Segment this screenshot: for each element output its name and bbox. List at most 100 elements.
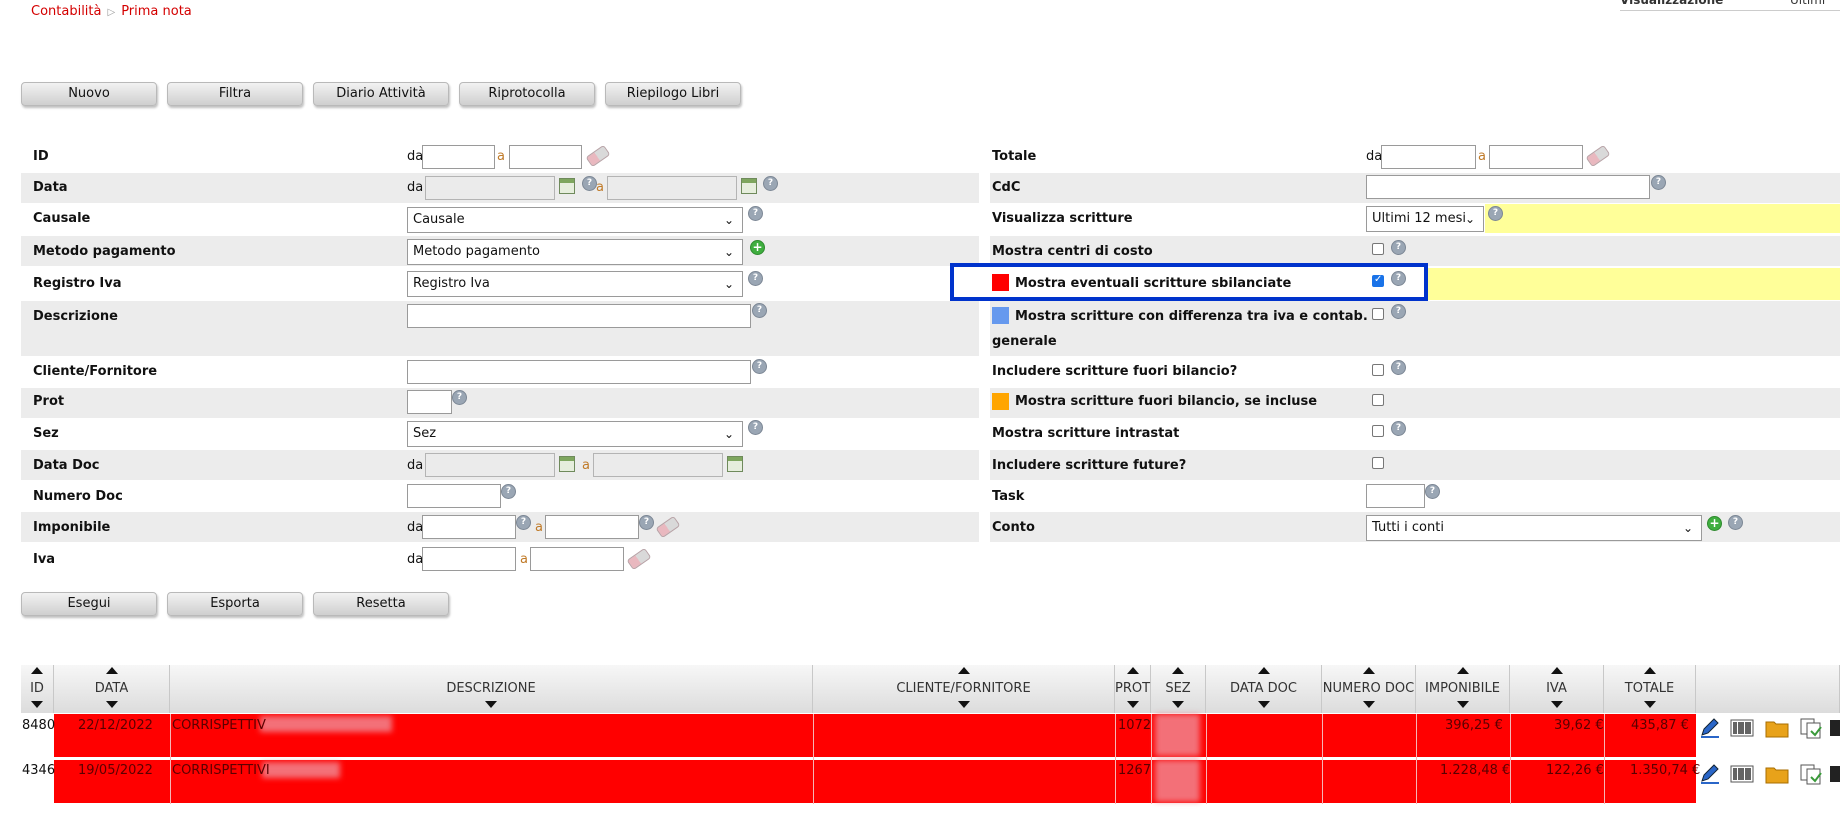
sort-down-icon[interactable]	[1172, 701, 1184, 708]
duplicate-icon[interactable]	[1799, 763, 1823, 785]
help-icon[interactable]: ?	[748, 420, 763, 435]
help-icon[interactable]: ?	[501, 484, 516, 499]
totale-to-input[interactable]	[1489, 145, 1583, 169]
calendar-icon[interactable]	[559, 456, 575, 472]
add-icon[interactable]: +	[750, 240, 765, 255]
id-from-input[interactable]	[422, 145, 495, 169]
sort-down-icon[interactable]	[31, 701, 43, 708]
calendar-icon[interactable]	[559, 178, 575, 194]
differenza-checkbox[interactable]	[1372, 308, 1384, 320]
print-icon[interactable]	[1830, 763, 1840, 785]
iva-to-input[interactable]	[530, 547, 624, 571]
sort-up-icon[interactable]	[1172, 667, 1184, 674]
fuori-bilancio-show-checkbox[interactable]	[1372, 394, 1384, 406]
help-icon[interactable]: ?	[763, 176, 778, 191]
help-icon[interactable]: ?	[1391, 421, 1406, 436]
column-header-id[interactable]: ID	[21, 665, 54, 713]
sort-down-icon[interactable]	[105, 701, 118, 708]
column-header-numero-doc[interactable]: NUMERO DOC	[1322, 665, 1416, 713]
help-icon[interactable]: ?	[1488, 206, 1503, 221]
sort-up-icon[interactable]	[1362, 667, 1375, 674]
future-checkbox[interactable]	[1372, 457, 1384, 469]
barcode-icon[interactable]	[1730, 763, 1754, 785]
conto-select[interactable]: Tutti i conti ⌄	[1366, 515, 1702, 541]
resetta-button[interactable]: Resetta	[313, 592, 449, 616]
sort-down-icon[interactable]	[485, 701, 497, 708]
diario-attivita-button[interactable]: Diario Attività	[313, 82, 449, 106]
sez-select[interactable]: Sez ⌄	[407, 421, 743, 447]
help-icon[interactable]: ?	[748, 206, 763, 221]
help-icon[interactable]: ?	[452, 390, 467, 405]
cliente-fornitore-input[interactable]	[407, 360, 751, 384]
help-icon[interactable]: ?	[752, 303, 767, 318]
breadcrumb-current[interactable]: Prima nota	[121, 4, 192, 19]
id-to-input[interactable]	[509, 145, 582, 169]
registro-iva-select[interactable]: Registro Iva ⌄	[407, 271, 743, 297]
riepilogo-libri-button[interactable]: Riepilogo Libri	[605, 82, 741, 106]
esegui-button[interactable]: Esegui	[21, 592, 157, 616]
sbilanciate-checkbox[interactable]	[1372, 274, 1384, 287]
fuori-bilancio-checkbox[interactable]	[1372, 364, 1384, 376]
sort-up-icon[interactable]	[1643, 667, 1656, 674]
help-icon[interactable]: ?	[516, 515, 531, 530]
calendar-icon[interactable]	[727, 456, 743, 472]
help-icon[interactable]: ?	[748, 271, 763, 286]
sort-up-icon[interactable]	[1126, 667, 1139, 674]
edit-icon[interactable]	[1698, 717, 1722, 739]
eraser-icon[interactable]	[585, 144, 611, 168]
help-icon[interactable]: ?	[1728, 515, 1743, 530]
imponibile-from-input[interactable]	[422, 515, 516, 539]
column-header-data[interactable]: DATA	[54, 665, 170, 713]
metodo-pagamento-select[interactable]: Metodo pagamento ⌄	[407, 239, 743, 265]
column-header-descrizione[interactable]: DESCRIZIONE	[170, 665, 813, 713]
sort-up-icon[interactable]	[957, 667, 970, 674]
column-header-totale[interactable]: TOTALE	[1604, 665, 1696, 713]
data-doc-to-input[interactable]	[593, 453, 723, 477]
sort-up-icon[interactable]	[31, 667, 43, 674]
help-icon[interactable]: ?	[752, 359, 767, 374]
descrizione-input[interactable]	[407, 304, 751, 328]
edit-icon[interactable]	[1698, 763, 1722, 785]
sort-down-icon[interactable]	[1126, 701, 1139, 708]
sort-down-icon[interactable]	[957, 701, 970, 708]
data-to-input[interactable]	[607, 176, 737, 200]
column-header-sez[interactable]: SEZ	[1151, 665, 1206, 713]
sort-up-icon[interactable]	[105, 667, 118, 674]
data-from-input[interactable]	[425, 176, 555, 200]
riprotocolla-button[interactable]: Riprotocolla	[459, 82, 595, 106]
esporta-button[interactable]: Esporta	[167, 592, 303, 616]
column-header-iva[interactable]: IVA	[1510, 665, 1604, 713]
sort-up-icon[interactable]	[1550, 667, 1563, 674]
breadcrumb-parent[interactable]: Contabilità	[31, 4, 101, 19]
sort-down-icon[interactable]	[1362, 701, 1375, 708]
filtra-button[interactable]: Filtra	[167, 82, 303, 106]
sort-up-icon[interactable]	[1257, 667, 1270, 674]
column-header-imponibile[interactable]: IMPONIBILE	[1416, 665, 1510, 713]
add-icon[interactable]: +	[1707, 516, 1722, 531]
sort-up-icon[interactable]	[1456, 667, 1469, 674]
column-header-prot[interactable]: PROT	[1115, 665, 1151, 713]
sort-down-icon[interactable]	[1257, 701, 1270, 708]
print-icon[interactable]	[1830, 717, 1840, 739]
help-icon[interactable]: ?	[1391, 304, 1406, 319]
cdc-input[interactable]	[1366, 175, 1650, 199]
help-icon[interactable]: ?	[639, 515, 654, 530]
iva-from-input[interactable]	[422, 547, 516, 571]
sort-down-icon[interactable]	[1456, 701, 1469, 708]
help-icon[interactable]: ?	[1391, 360, 1406, 375]
eraser-icon[interactable]	[626, 547, 652, 571]
help-icon[interactable]: ?	[1651, 175, 1666, 190]
help-icon[interactable]: ?	[1391, 271, 1406, 286]
data-doc-from-input[interactable]	[425, 453, 555, 477]
intrastat-checkbox[interactable]	[1372, 425, 1384, 437]
help-icon[interactable]: ?	[582, 176, 597, 191]
task-input[interactable]	[1366, 484, 1425, 508]
eraser-icon[interactable]	[1585, 144, 1611, 168]
calendar-icon[interactable]	[741, 178, 757, 194]
barcode-icon[interactable]	[1730, 717, 1754, 739]
folder-icon[interactable]	[1765, 717, 1789, 739]
help-icon[interactable]: ?	[1425, 484, 1440, 499]
causale-select[interactable]: Causale ⌄	[407, 207, 743, 233]
sort-down-icon[interactable]	[1643, 701, 1656, 708]
prot-input[interactable]	[407, 390, 452, 414]
